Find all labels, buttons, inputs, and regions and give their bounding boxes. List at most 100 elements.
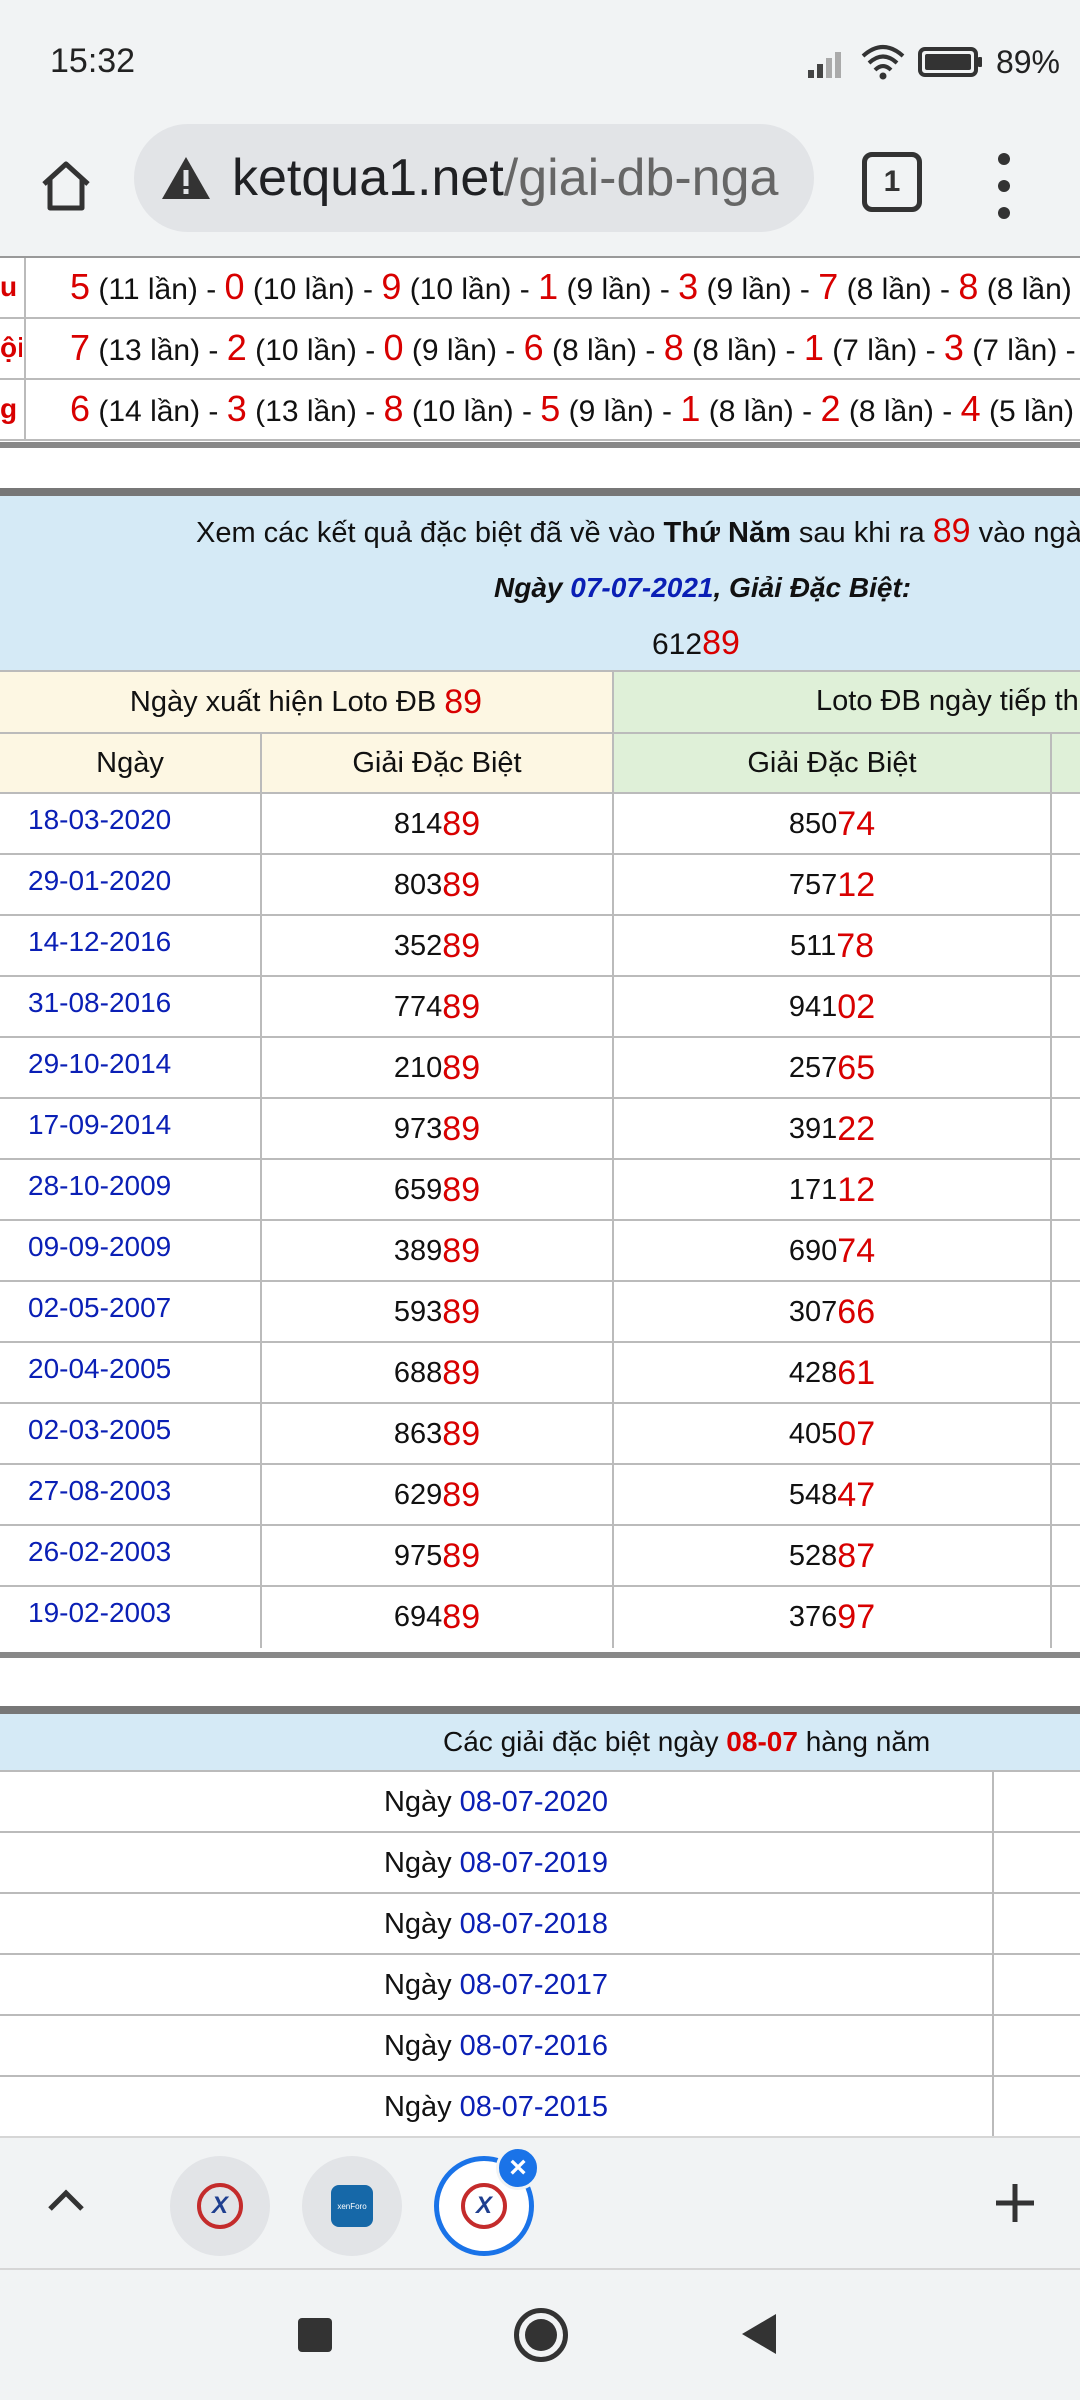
count: (5 lần) — [988, 395, 1074, 428]
row-next-prize: 307 66 — [612, 1282, 1050, 1343]
prize-tail: 89 — [442, 1476, 481, 1514]
yearly-date-link[interactable]: 08-07-2016 — [460, 2030, 608, 2063]
row-date-link[interactable]: 28-10-2009 — [0, 1160, 260, 1221]
row-date-link[interactable]: 14-12-2016 — [0, 916, 260, 977]
prize-head: 511 — [789, 930, 837, 962]
row-prize: 803 89 — [260, 855, 612, 916]
row-date-link[interactable]: 27-08-2003 — [0, 1465, 260, 1526]
prize-tail: 89 — [442, 1354, 481, 1392]
home-nav-button[interactable] — [514, 2308, 568, 2362]
list-item: Ngày 08-07-2020 — [0, 1770, 1080, 1833]
column-header-date: Ngày — [0, 732, 260, 792]
row-next-prize: 528 87 — [612, 1526, 1050, 1587]
prize-head: 428 — [788, 1357, 838, 1389]
section-header: Xem các kết quả đặc biệt đã về vào Thứ N… — [0, 496, 1080, 670]
digit: 1 — [680, 388, 701, 429]
prize-head: 391 — [788, 1113, 838, 1145]
back-button[interactable] — [742, 2314, 776, 2354]
row-date-link[interactable]: 20-04-2005 — [0, 1343, 260, 1404]
prize-head: 690 — [788, 1235, 838, 1267]
row-next-prize: 391 22 — [612, 1099, 1050, 1160]
column-header-next-prize: Giải Đặc Biệt — [612, 732, 1050, 792]
separator: - — [651, 273, 679, 306]
yearly-date-cell: Ngày 08-07-2016 — [0, 2016, 992, 2077]
row-prize: 774 89 — [260, 977, 612, 1038]
row-date-link[interactable]: 26-02-2003 — [0, 1526, 260, 1587]
prize-tail: 74 — [837, 1232, 876, 1270]
special-prize-history-section: Xem các kết quả đặc biệt đã về vào Thứ N… — [0, 488, 1080, 1658]
digit: 3 — [943, 327, 964, 368]
row-date-link[interactable]: 19-02-2003 — [0, 1587, 260, 1648]
table-row: 29-01-2020 803 89 757 12 — [0, 853, 1080, 916]
row-prize: 694 89 — [260, 1587, 612, 1648]
yearly-rows: Ngày 08-07-2020 Ngày 08-07-2019 Ngày 08-07-20… — [0, 1770, 1080, 2136]
count: (9 lần) — [706, 273, 792, 306]
row-next-prize: 257 65 — [612, 1038, 1050, 1099]
row-cut-cell — [1050, 855, 1080, 916]
prize-tail: 89 — [702, 624, 740, 662]
plus-icon — [996, 2184, 1034, 2222]
close-tab-button[interactable]: × — [496, 2146, 540, 2190]
yearly-date-link[interactable]: 08-07-2020 — [460, 1786, 608, 1819]
row-cut-cell — [1050, 1404, 1080, 1465]
loto-number: 89 — [444, 682, 483, 721]
separator: - — [356, 334, 384, 367]
digit: 8 — [663, 327, 684, 368]
digit: 1 — [538, 266, 559, 307]
prize-tail: 66 — [837, 1293, 876, 1331]
prize-head: 376 — [788, 1601, 838, 1633]
page-content[interactable]: u 5 (11 lần) - 0 (10 lần) - 9 (10 lần) -… — [0, 256, 1080, 2136]
home-button[interactable] — [30, 150, 102, 222]
recents-button[interactable] — [298, 2318, 332, 2352]
separator: - — [511, 273, 539, 306]
row-date-link[interactable]: 09-09-2009 — [0, 1221, 260, 1282]
stat-row-label: ội — [0, 332, 22, 363]
address-bar[interactable]: ketqua1.net/giai-db-nga — [134, 124, 814, 232]
yearly-prize-section: Các giải đặc biệt ngày 08-07 hàng năm Ng… — [0, 1706, 1080, 2136]
expand-tabs-button[interactable] — [36, 2170, 96, 2230]
digit: 2 — [226, 327, 247, 368]
yearly-date-link[interactable]: 08-07-2018 — [460, 1908, 608, 1941]
prize-tail: 22 — [837, 1110, 876, 1148]
row-date-link[interactable]: 02-05-2007 — [0, 1282, 260, 1343]
table-divider — [0, 1652, 1080, 1658]
yearly-date-link[interactable]: 08-07-2015 — [460, 2091, 608, 2124]
digit: 6 — [523, 327, 544, 368]
yearly-date-link[interactable]: 08-07-2019 — [460, 1847, 608, 1880]
row-prize: 659 89 — [260, 1160, 612, 1221]
tab-switcher-button[interactable]: 1 — [862, 152, 922, 212]
yearly-date-link[interactable]: 08-07-2017 — [460, 1969, 608, 2002]
tab-thumbnail[interactable]: xenForo — [302, 2156, 402, 2256]
row-date-link[interactable]: 18-03-2020 — [0, 794, 260, 855]
separator: - — [200, 395, 227, 428]
digit: 5 — [540, 388, 561, 429]
prize-head: 629 — [393, 1479, 443, 1511]
row-cut-cell — [1050, 1343, 1080, 1404]
status-bar: 15:32 89% — [0, 0, 1080, 120]
row-date-link[interactable]: 17-09-2014 — [0, 1099, 260, 1160]
count: (10 lần) — [255, 334, 357, 367]
row-prize: 593 89 — [260, 1282, 612, 1343]
row-date-link[interactable]: 02-03-2005 — [0, 1404, 260, 1465]
date-prefix: Ngày — [494, 572, 563, 603]
count: (8 lần) — [846, 273, 932, 306]
prize-tail: 74 — [837, 805, 876, 843]
count: (8 lần) — [986, 273, 1072, 306]
tab-thumbnail[interactable]: X — [170, 2156, 270, 2256]
reference-date: 07-07-2021 — [570, 572, 714, 603]
count: (9 lần) — [411, 334, 497, 367]
row-date-link[interactable]: 29-10-2014 — [0, 1038, 260, 1099]
digit: 6 — [70, 388, 91, 429]
row-cut-cell — [1050, 1160, 1080, 1221]
new-tab-button[interactable] — [980, 2168, 1050, 2238]
prize-head: 593 — [393, 1296, 443, 1328]
prize-tail: 89 — [442, 866, 481, 904]
prize-tail: 12 — [837, 1171, 876, 1209]
row-date-link[interactable]: 31-08-2016 — [0, 977, 260, 1038]
overflow-menu-button[interactable] — [984, 146, 1024, 226]
row-date-link[interactable]: 29-01-2020 — [0, 855, 260, 916]
digit: 5 — [70, 266, 91, 307]
row-next-prize: 405 07 — [612, 1404, 1050, 1465]
close-icon: × — [509, 2151, 527, 2184]
digit: 8 — [383, 388, 404, 429]
